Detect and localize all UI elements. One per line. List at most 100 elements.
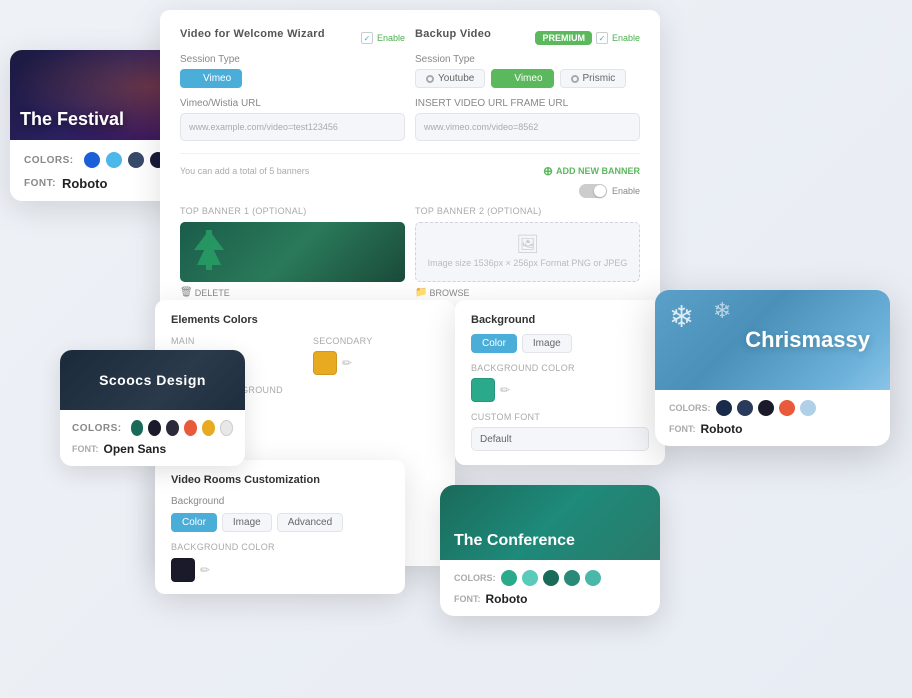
conference-card: The Conference COLORS: FONT: Roboto bbox=[440, 485, 660, 616]
banner-hint: You can add a total of 5 banners bbox=[180, 166, 309, 176]
vr-tab-advanced[interactable]: Advanced bbox=[277, 513, 343, 532]
video-rooms-title: Video Rooms Customization bbox=[171, 474, 389, 486]
scoocs-color-3[interactable] bbox=[166, 420, 179, 436]
conf-color-4[interactable] bbox=[564, 570, 580, 586]
session-type-label-left: Session Type bbox=[180, 54, 405, 65]
divider-1 bbox=[180, 153, 640, 154]
session-type-vimeo2[interactable]: Vimeo bbox=[491, 69, 553, 88]
url-input-welcome[interactable]: www.example.com/video=test123456 bbox=[180, 113, 405, 141]
enable-checkbox-welcome[interactable]: ✓ bbox=[361, 32, 373, 44]
custom-font-value: Default bbox=[480, 434, 512, 445]
vr-bg-color-label: BACKGROUND COLOR bbox=[171, 542, 389, 552]
scoocs-font-label: FONT: bbox=[72, 444, 99, 454]
video-rooms-bg-label: Background bbox=[171, 496, 389, 507]
vr-color-pick-icon[interactable]: ✏ bbox=[200, 563, 210, 577]
backup-video-title: Backup Video bbox=[415, 28, 491, 40]
top-banner-1-label: TOP BANNER 1 (OPTIONAL) bbox=[180, 206, 405, 216]
chrismassy-color-2[interactable] bbox=[737, 400, 753, 416]
conf-color-5[interactable] bbox=[585, 570, 601, 586]
vr-color-swatch[interactable] bbox=[171, 558, 195, 582]
conference-font-label: FONT: bbox=[454, 594, 481, 604]
bg-tab-color[interactable]: Color bbox=[471, 334, 517, 353]
chrismassy-card: ❄ ❄ Chrismassy COLORS: FONT: Roboto bbox=[655, 290, 890, 446]
session-type-vimeo[interactable]: Vimeo bbox=[180, 69, 242, 88]
chrismassy-colors-label: COLORS: bbox=[669, 403, 711, 413]
enable-toggle[interactable]: Enable bbox=[579, 184, 640, 198]
bg-color-row: ✏ bbox=[471, 378, 649, 402]
chrismassy-colors-row: COLORS: bbox=[669, 400, 876, 416]
chrismassy-color-4[interactable] bbox=[779, 400, 795, 416]
scoocs-color-5[interactable] bbox=[202, 420, 215, 436]
add-banner-button[interactable]: ⊕ ADD NEW BANNER bbox=[543, 164, 640, 178]
vimeo-frame-url-input[interactable]: www.vimeo.com/video=8562 bbox=[415, 113, 640, 141]
conference-title: The Conference bbox=[454, 532, 575, 550]
banner-cols: TOP BANNER 1 (OPTIONAL) SCOOCS 🗑 bbox=[180, 206, 640, 298]
vr-tab-color[interactable]: Color bbox=[171, 513, 217, 532]
festival-color-2[interactable] bbox=[106, 152, 122, 168]
vr-tab-image[interactable]: Image bbox=[222, 513, 272, 532]
image-placeholder-icon: 🖼 bbox=[516, 234, 539, 255]
chrismassy-font-label: FONT: bbox=[669, 424, 696, 434]
banner-placeholder-2[interactable]: 🖼 Image size 1536px × 256px Format PNG o… bbox=[415, 222, 640, 282]
scoocs-color-2[interactable] bbox=[148, 420, 161, 436]
scoocs-color-1[interactable] bbox=[131, 420, 144, 436]
session-type-row-right: Youtube Vimeo Prismic bbox=[415, 69, 640, 88]
enable-row: Enable bbox=[180, 184, 640, 198]
scoocs-color-6[interactable] bbox=[220, 420, 233, 436]
enable-label-welcome: Enable bbox=[377, 33, 405, 43]
chrismassy-font-name: Roboto bbox=[701, 422, 743, 436]
scoocs-colors-label: COLORS: bbox=[72, 423, 122, 434]
festival-colors-label: COLORS: bbox=[24, 155, 74, 166]
conf-color-3[interactable] bbox=[543, 570, 559, 586]
chrismassy-banner: ❄ ❄ Chrismassy bbox=[655, 290, 890, 390]
chrismassy-body: COLORS: FONT: Roboto bbox=[655, 390, 890, 446]
banner-col-1: TOP BANNER 1 (OPTIONAL) SCOOCS 🗑 bbox=[180, 206, 405, 298]
chrismassy-color-5[interactable] bbox=[800, 400, 816, 416]
premium-badge: PREMIUM bbox=[535, 31, 592, 45]
festival-color-1[interactable] bbox=[84, 152, 100, 168]
secondary-color-row: ✏ bbox=[313, 351, 439, 375]
banner-actions-2: 📁 BROWSE bbox=[415, 287, 640, 298]
radio-vimeo2 bbox=[502, 75, 510, 83]
scoocs-design-card: Scoocs Design COLORS: FONT: Open Sans bbox=[60, 350, 245, 466]
conf-color-2[interactable] bbox=[522, 570, 538, 586]
custom-font-input[interactable]: Default bbox=[471, 427, 649, 451]
conference-font-name: Roboto bbox=[486, 592, 528, 606]
enable-section-label: Enable bbox=[612, 186, 640, 196]
radio-youtube bbox=[426, 75, 434, 83]
background-tabs: Color Image bbox=[471, 334, 649, 353]
top-banner-2-label: TOP BANNER 2 (OPTIONAL) bbox=[415, 206, 640, 216]
delete-button[interactable]: 🗑 DELETE bbox=[180, 287, 230, 298]
bg-color-pick-icon[interactable]: ✏ bbox=[500, 383, 510, 397]
conf-color-1[interactable] bbox=[501, 570, 517, 586]
video-rooms-tabs: Color Image Advanced bbox=[171, 513, 389, 532]
festival-font-label: FONT: bbox=[24, 178, 56, 189]
chrismassy-color-3[interactable] bbox=[758, 400, 774, 416]
video-rooms-card: Video Rooms Customization Background Col… bbox=[155, 460, 405, 594]
scoocs-body: COLORS: FONT: Open Sans bbox=[60, 410, 245, 466]
bg-color-swatch[interactable] bbox=[471, 378, 495, 402]
bg-tab-image[interactable]: Image bbox=[522, 334, 572, 353]
custom-font-label: CUSTOM FONT bbox=[471, 412, 649, 422]
session-type-youtube[interactable]: Youtube bbox=[415, 69, 485, 88]
radio-prismic bbox=[571, 75, 579, 83]
banner-col-2: TOP BANNER 2 (OPTIONAL) 🖼 Image size 153… bbox=[415, 206, 640, 298]
add-banner-label: ADD NEW BANNER bbox=[556, 166, 640, 176]
secondary-color-pick-icon[interactable]: ✏ bbox=[342, 356, 352, 370]
scoocs-color-4[interactable] bbox=[184, 420, 197, 436]
enable-checkbox-backup[interactable]: ✓ bbox=[596, 32, 608, 44]
conference-colors-row: COLORS: bbox=[454, 570, 646, 586]
welcome-wizard-col: Video for Welcome Wizard ✓ Enable Sessio… bbox=[180, 28, 405, 141]
chrismassy-title: Chrismassy bbox=[745, 327, 870, 353]
browse-button[interactable]: 📁 BROWSE bbox=[415, 287, 469, 298]
scoocs-banner: Scoocs Design bbox=[60, 350, 245, 410]
enable-label-backup: Enable bbox=[612, 33, 640, 43]
radio-vimeo bbox=[191, 75, 199, 83]
secondary-color-swatch[interactable] bbox=[313, 351, 337, 375]
chrismassy-color-1[interactable] bbox=[716, 400, 732, 416]
session-type-prismic[interactable]: Prismic bbox=[560, 69, 627, 88]
delete-label: DELETE bbox=[195, 288, 230, 298]
conference-banner: The Conference bbox=[440, 485, 660, 560]
festival-color-3[interactable] bbox=[128, 152, 144, 168]
banner-header: You can add a total of 5 banners ⊕ ADD N… bbox=[180, 164, 640, 178]
